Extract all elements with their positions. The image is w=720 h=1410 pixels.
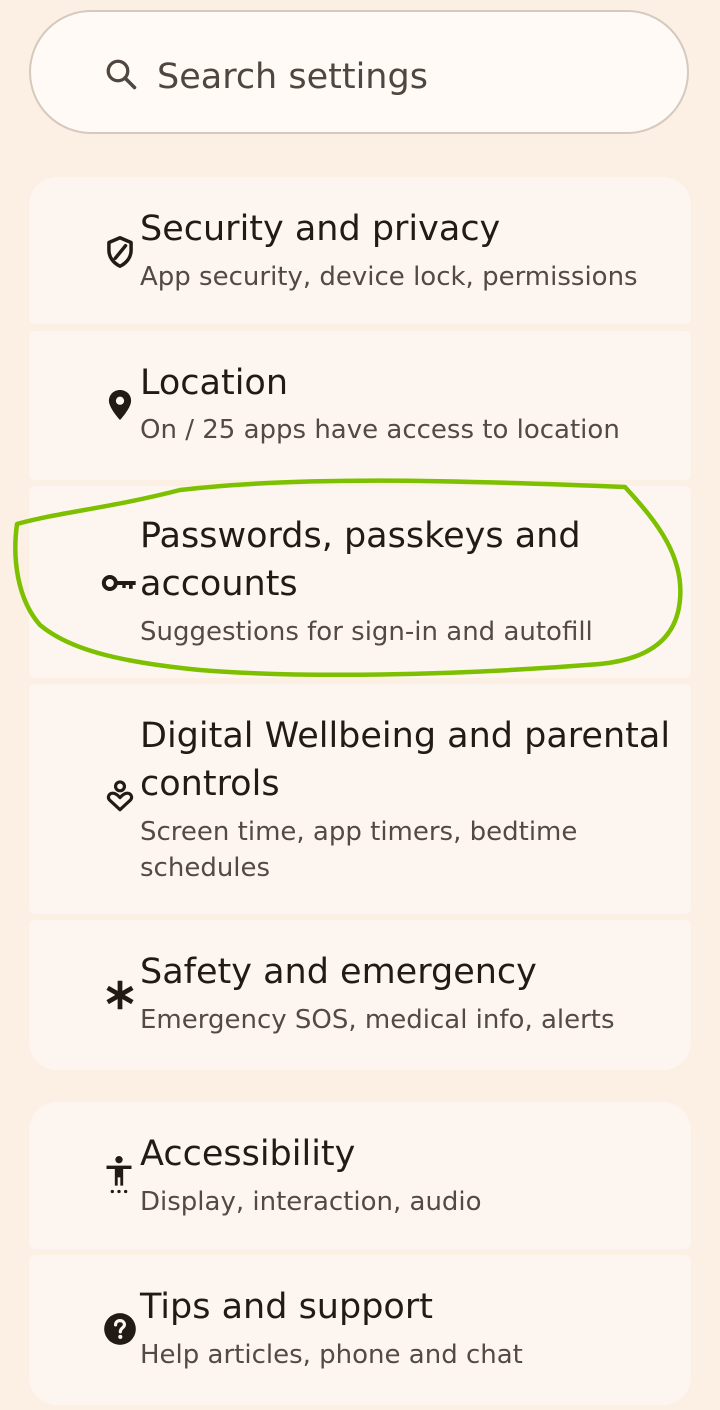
item-title: Digital Wellbeing and parental controls bbox=[140, 716, 671, 804]
shield-icon bbox=[107, 236, 133, 268]
settings-item-safety[interactable]: Safety and emergency Emergency SOS, medi… bbox=[29, 920, 691, 1070]
asterisk-icon bbox=[106, 980, 134, 1010]
item-subtitle: On / 25 apps have access to location bbox=[140, 415, 620, 445]
settings-item-accessibility[interactable]: Accessibility Display, interaction, audi… bbox=[29, 1102, 691, 1249]
search-icon bbox=[106, 59, 137, 90]
item-subtitle: Screen time, app timers, bedtime schedul… bbox=[140, 817, 578, 883]
item-title: Passwords, passkeys and accounts bbox=[140, 516, 581, 604]
item-title: Tips and support bbox=[140, 1287, 433, 1327]
search-bar[interactable]: Search settings bbox=[29, 10, 689, 134]
item-subtitle: Suggestions for sign-in and autofill bbox=[140, 617, 593, 647]
item-subtitle: App security, device lock, permissions bbox=[140, 262, 638, 292]
item-title: Safety and emergency bbox=[140, 952, 537, 992]
item-subtitle: Emergency SOS, medical info, alerts bbox=[140, 1005, 615, 1035]
item-title: Security and privacy bbox=[140, 209, 501, 249]
item-subtitle: Help articles, phone and chat bbox=[140, 1340, 523, 1370]
item-title: Accessibility bbox=[140, 1134, 356, 1174]
settings-item-location[interactable]: Location On / 25 apps have access to loc… bbox=[29, 331, 691, 480]
settings-item-digital-wellbeing[interactable]: Digital Wellbeing and parental controls … bbox=[29, 684, 691, 914]
settings-item-tips[interactable]: Tips and support Help articles, phone an… bbox=[29, 1255, 691, 1405]
wellbeing-icon bbox=[106, 780, 134, 812]
key-icon bbox=[101, 574, 136, 591]
settings-item-passwords[interactable]: Passwords, passkeys and accounts Suggest… bbox=[29, 486, 691, 678]
item-subtitle: Display, interaction, audio bbox=[140, 1187, 482, 1217]
accessibility-icon bbox=[106, 1156, 132, 1194]
location-pin-icon bbox=[108, 389, 132, 421]
search-placeholder: Search settings bbox=[157, 57, 428, 97]
item-title: Location bbox=[140, 363, 289, 403]
settings-item-security[interactable]: Security and privacy App security, devic… bbox=[29, 177, 691, 324]
help-icon bbox=[104, 1313, 136, 1345]
